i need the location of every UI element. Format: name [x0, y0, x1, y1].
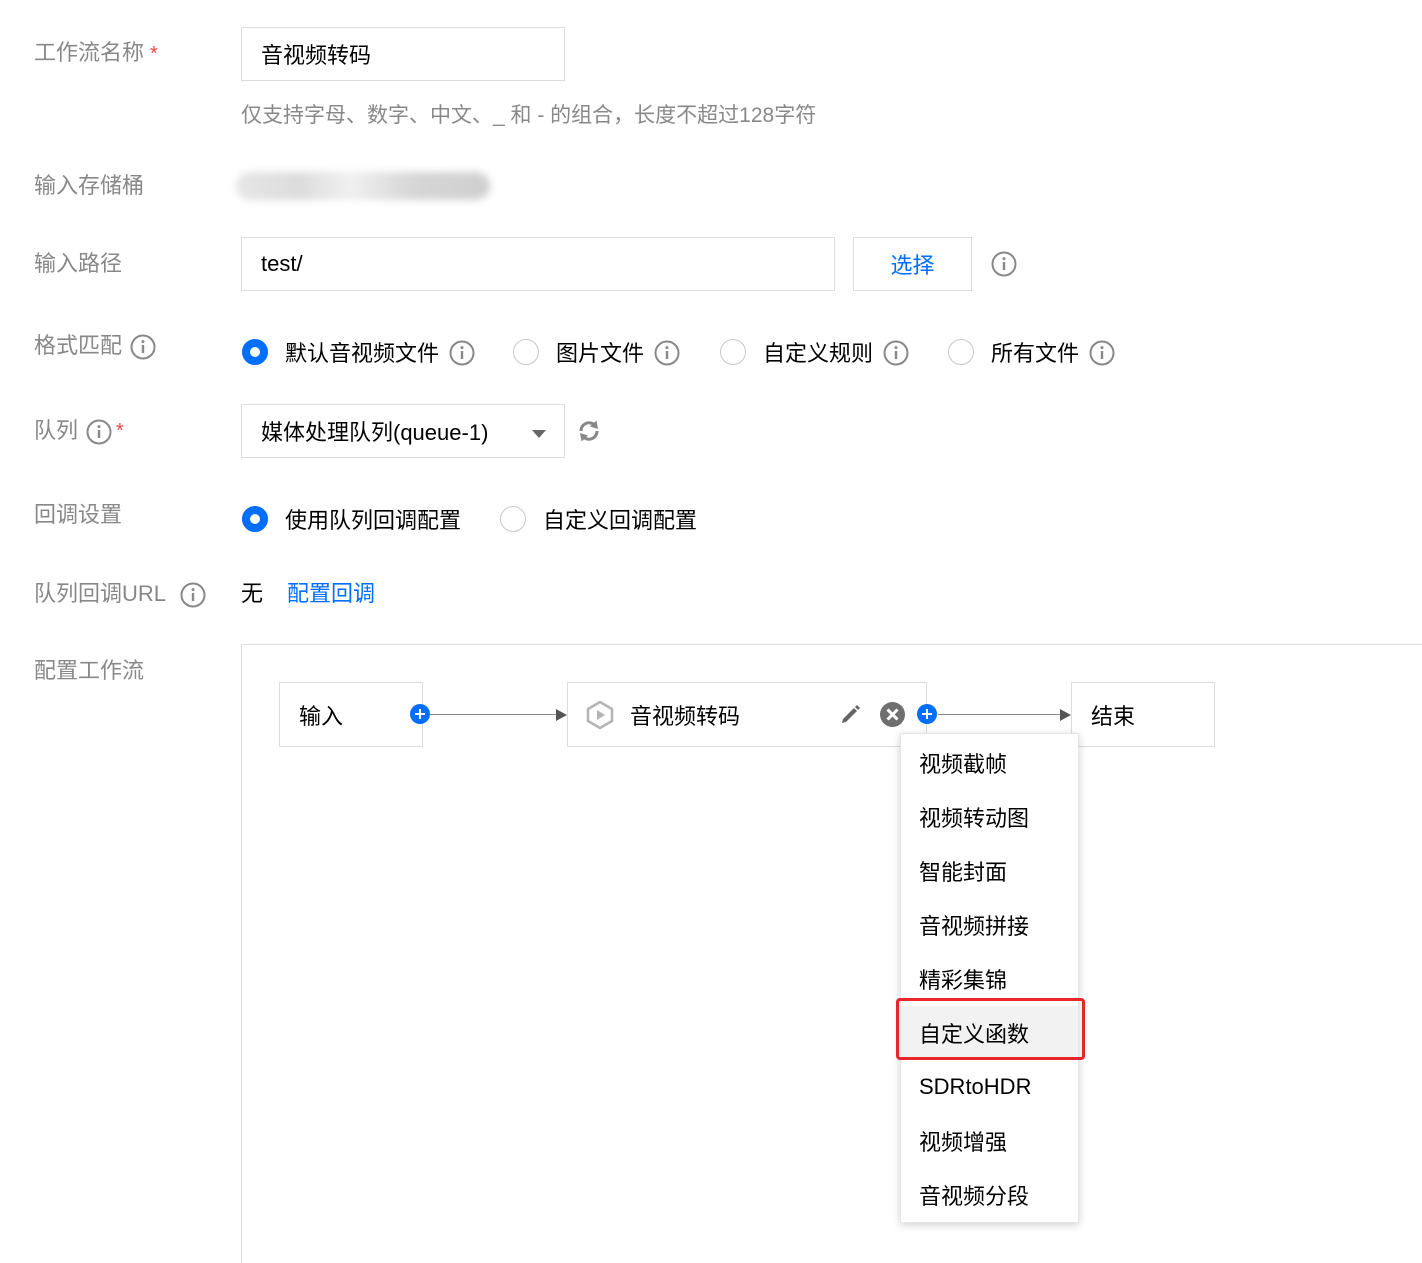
input-path-input[interactable]: test/: [241, 237, 835, 291]
workflow-node-end[interactable]: 结束: [1071, 682, 1215, 747]
workflow-name-input[interactable]: 音视频转码: [241, 27, 565, 81]
configure-callback-link[interactable]: 配置回调: [287, 579, 375, 609]
format-option-default[interactable]: 默认音视频文件: [242, 336, 475, 368]
queue-label-group: 队列 *: [34, 416, 124, 446]
info-icon[interactable]: [1089, 340, 1115, 366]
transcode-icon: [586, 700, 614, 730]
input-bucket-value-redacted: [236, 172, 490, 200]
connector-line: [430, 714, 556, 715]
arrow-right-icon: [1060, 709, 1071, 721]
radio-unselected[interactable]: [500, 506, 526, 532]
required-mark: *: [150, 43, 158, 65]
menu-item-av-segment[interactable]: 音视频分段: [901, 1168, 1078, 1222]
queue-label: 队列: [34, 418, 79, 443]
format-option-all-files[interactable]: 所有文件: [948, 336, 1115, 368]
workflow-node-transcode[interactable]: 音视频转码: [567, 682, 927, 747]
workflow-node-input[interactable]: 输入: [279, 682, 423, 747]
format-info-icon[interactable]: [130, 334, 156, 360]
workflow-name-label: 工作流名称 *: [34, 40, 158, 65]
menu-item-smart-cover[interactable]: 智能封面: [901, 844, 1078, 898]
menu-item-sdr-to-hdr[interactable]: SDRtoHDR: [901, 1060, 1078, 1114]
format-match-label-group: 格式匹配: [34, 331, 156, 361]
highlight-annotation-box: [896, 998, 1085, 1060]
radio-selected[interactable]: [242, 339, 268, 365]
format-option-custom-rule[interactable]: 自定义规则: [720, 336, 909, 368]
radio-selected[interactable]: [242, 506, 268, 532]
delete-close-icon[interactable]: [879, 701, 906, 733]
workflow-name-hint: 仅支持字母、数字、中文、_ 和 - 的组合，长度不超过128字符: [241, 104, 817, 127]
edit-pencil-icon[interactable]: [839, 702, 863, 731]
path-info-icon[interactable]: [991, 251, 1017, 277]
menu-item-video-enhance[interactable]: 视频增强: [901, 1114, 1078, 1168]
add-node-plus-icon[interactable]: [410, 704, 430, 724]
configure-workflow-label: 配置工作流: [34, 658, 145, 683]
info-icon[interactable]: [449, 340, 475, 366]
callback-url-label-group: 队列回调URL: [34, 579, 206, 609]
add-node-menu: 视频截帧 视频转动图 智能封面 音视频拼接 精彩集锦 自定义函数 SDRtoHD…: [900, 733, 1079, 1223]
refresh-icon[interactable]: [576, 418, 602, 449]
callback-url-value: 无: [241, 581, 264, 606]
queue-select[interactable]: 媒体处理队列(queue-1): [241, 404, 565, 458]
callback-option-custom[interactable]: 自定义回调配置: [500, 503, 707, 535]
radio-unselected[interactable]: [720, 339, 746, 365]
format-match-label: 格式匹配: [34, 333, 123, 358]
menu-item-av-concat[interactable]: 音视频拼接: [901, 898, 1078, 952]
radio-unselected[interactable]: [948, 339, 974, 365]
add-node-plus-icon[interactable]: [917, 704, 937, 724]
input-path-label: 输入路径: [34, 251, 123, 276]
info-icon[interactable]: [654, 340, 680, 366]
menu-item-video-to-gif[interactable]: 视频转动图: [901, 790, 1078, 844]
format-option-image[interactable]: 图片文件: [513, 336, 680, 368]
select-path-button[interactable]: 选择: [853, 237, 972, 291]
info-icon[interactable]: [883, 340, 909, 366]
callback-settings-label: 回调设置: [34, 502, 123, 527]
radio-unselected[interactable]: [513, 339, 539, 365]
chevron-down-icon: [532, 418, 546, 444]
menu-item-video-snapshot[interactable]: 视频截帧: [901, 736, 1078, 790]
required-mark: *: [116, 420, 124, 442]
input-bucket-label: 输入存储桶: [34, 173, 145, 198]
callback-url-info-icon[interactable]: [180, 582, 206, 608]
arrow-right-icon: [556, 709, 567, 721]
connector-line: [938, 714, 1060, 715]
callback-url-label: 队列回调URL: [34, 581, 167, 606]
queue-info-icon[interactable]: [86, 419, 112, 445]
callback-option-queue[interactable]: 使用队列回调配置: [242, 503, 471, 535]
